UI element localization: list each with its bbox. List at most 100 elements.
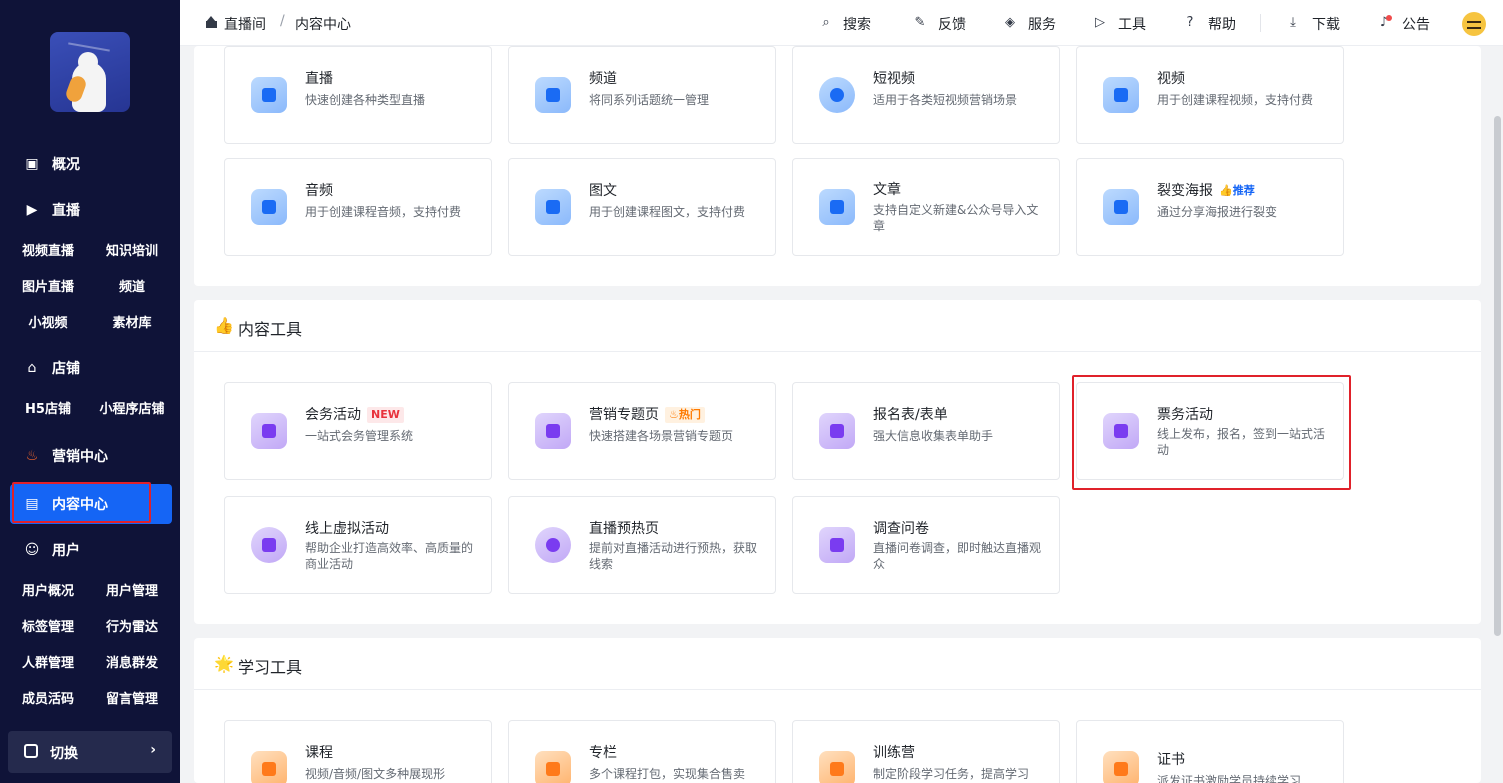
course-icon [251,751,287,783]
sidebar: ▣ 概况 ▶ 直播 视频直播 知识培训 图片直播 频道 小视频 素材库 ⌂ 店铺… [0,0,180,783]
survey-icon [819,527,855,563]
section-title: 内容工具 [238,320,303,339]
preheat-icon [535,527,571,563]
card-poster[interactable]: 裂变海报 👍推荐 通过分享海报进行裂变 [1076,158,1344,256]
feedback-icon[interactable]: ✎ [912,15,928,31]
card-course[interactable]: 课程 视频/音频/图文多种展现形 [224,720,492,783]
sidebar-subitem[interactable]: 标签管理 [6,616,90,635]
feedback-button[interactable]: 反馈 [938,14,966,34]
card-preheat[interactable]: 直播预热页 提前对直播活动进行预热，获取线索 [508,496,776,594]
sidebar-subitem[interactable]: 视频直播 [6,240,90,259]
section-title: 学习工具 [238,658,303,677]
card-image-text[interactable]: 图文 用于创建课程图文，支持付费 [508,158,776,256]
sidebar-subitem[interactable]: 小视频 [6,312,90,331]
service-button[interactable]: 服务 [1028,14,1056,34]
new-badge: NEW [367,407,404,423]
card-survey[interactable]: 调查问卷 直播问卷调查，即时触达直播观众 [792,496,1060,594]
download-button[interactable]: 下载 [1312,14,1340,34]
sidebar-subitem[interactable]: 消息群发 [90,652,174,671]
sidebar-subitem[interactable]: 用户管理 [90,580,174,599]
tools-icon[interactable]: ▷ [1092,15,1108,31]
image-text-icon [535,189,571,225]
channel-icon [535,77,571,113]
sidebar-subitem[interactable]: 人群管理 [6,652,90,671]
store-icon: ⌂ [27,360,37,376]
card-conference[interactable]: 会务活动 NEW 一站式会务管理系统 [224,382,492,480]
card-camp[interactable]: 训练营 制定阶段学习任务，提高学习 [792,720,1060,783]
card-virtual-event[interactable]: 线上虚拟活动 帮助企业打造高效率、高质量的商业活动 [224,496,492,594]
hot-badge: ♨热门 [665,407,705,423]
search-button[interactable]: 搜索 [843,14,871,34]
sidebar-subitem[interactable]: 留言管理 [90,688,174,707]
poster-icon [1103,189,1139,225]
sidebar-item-marketing[interactable]: ♨ 营销中心 [0,442,180,470]
sidebar-subitem[interactable]: 图片直播 [6,276,90,295]
recommend-badge: 👍推荐 [1219,184,1255,197]
conference-icon [251,413,287,449]
home-icon[interactable] [206,16,217,28]
sidebar-subitem[interactable]: 频道 [90,276,174,295]
breadcrumb-home[interactable]: 直播间 [224,14,266,34]
sidebar-subitem[interactable]: 用户概况 [6,580,90,599]
avatar[interactable] [1462,12,1486,36]
card-article[interactable]: 文章 支持自定义新建&公众号导入文章 [792,158,1060,256]
camp-icon [819,751,855,783]
help-button[interactable]: 帮助 [1208,14,1236,34]
sidebar-item-live[interactable]: ▶ 直播 [0,196,180,224]
search-icon[interactable]: ⌕ [818,15,834,31]
card-column[interactable]: 专栏 多个课程打包，实现集合售卖 [508,720,776,783]
help-icon[interactable]: ? [1182,15,1198,31]
top-bar: 直播间 / 内容中心 ⌕ 搜索 ✎ 反馈 ◈ 服务 ▷ 工具 ? 帮助 ⤓ 下载… [180,0,1503,46]
users-icon: ☺ [24,542,40,558]
article-icon [819,189,855,225]
short-video-icon [819,77,855,113]
sidebar-item-store[interactable]: ⌂ 店铺 [0,354,180,382]
learning-tools-panel: 🌟 学习工具 课程 视频/音频/图文多种展现形 专栏 多个课程打包，实现集合售卖… [194,638,1481,783]
brand-logo[interactable] [50,32,130,112]
topic-page-icon [535,413,571,449]
sidebar-subitem[interactable]: 知识培训 [90,240,174,259]
sidebar-subitem[interactable]: 素材库 [90,312,174,331]
annotation-highlight-box [12,482,151,523]
card-video[interactable]: 视频 用于创建课程视频，支持付费 [1076,46,1344,144]
switch-icon [24,744,38,758]
card-topic-page[interactable]: 营销专题页 ♨热门 快速搭建各场景营销专题页 [508,382,776,480]
fire-icon: ♨ [25,448,39,464]
breadcrumb-separator: / [280,13,285,29]
annotation-highlight-box [1072,375,1351,490]
video-icon [1103,77,1139,113]
certificate-icon [1103,751,1139,783]
card-audio[interactable]: 音频 用于创建课程音频，支持付费 [224,158,492,256]
sidebar-item-users[interactable]: ☺ 用户 [0,536,180,564]
audio-icon [251,189,287,225]
live-icon [251,77,287,113]
sidebar-subitem[interactable]: 小程序店铺 [90,398,174,417]
sidebar-subitem[interactable]: 行为雷达 [90,616,174,635]
notification-dot [1386,15,1392,21]
announcement-button[interactable]: 公告 [1402,14,1430,34]
live-icon: ▶ [26,202,38,218]
card-short-video[interactable]: 短视频 适用于各类短视频营销场景 [792,46,1060,144]
card-channel[interactable]: 频道 将同系列话题统一管理 [508,46,776,144]
thumbs-up-icon: 👍 [214,316,234,335]
card-certificate[interactable]: 证书 派发证书激励学员持续学习 [1076,720,1344,783]
sidebar-item-overview[interactable]: ▣ 概况 [0,150,180,178]
switch-button[interactable]: 切换 › [8,731,172,773]
toolbar-divider [1260,14,1261,32]
star-icon: 🌟 [214,654,234,673]
column-icon [535,751,571,783]
breadcrumb-current: 内容中心 [295,17,351,33]
card-form[interactable]: 报名表/表单 强大信息收集表单助手 [792,382,1060,480]
content-tools-panel: 👍 内容工具 会务活动 NEW 一站式会务管理系统 营销专题页 ♨热门 快速搭建各场… [194,300,1481,624]
service-icon[interactable]: ◈ [1002,15,1018,31]
sidebar-subitem[interactable]: H5店铺 [6,398,90,417]
dashboard-icon: ▣ [25,156,39,172]
virtual-event-icon [251,527,287,563]
sidebar-subitem[interactable]: 成员活码 [6,688,90,707]
learning-tools-header: 🌟 学习工具 [194,638,1481,690]
content-tools-header: 👍 内容工具 [194,300,1481,352]
card-live[interactable]: 直播 快速创建各种类型直播 [224,46,492,144]
page-scrollbar[interactable] [1494,116,1501,636]
tools-button[interactable]: 工具 [1118,14,1146,34]
download-icon[interactable]: ⤓ [1285,15,1301,31]
